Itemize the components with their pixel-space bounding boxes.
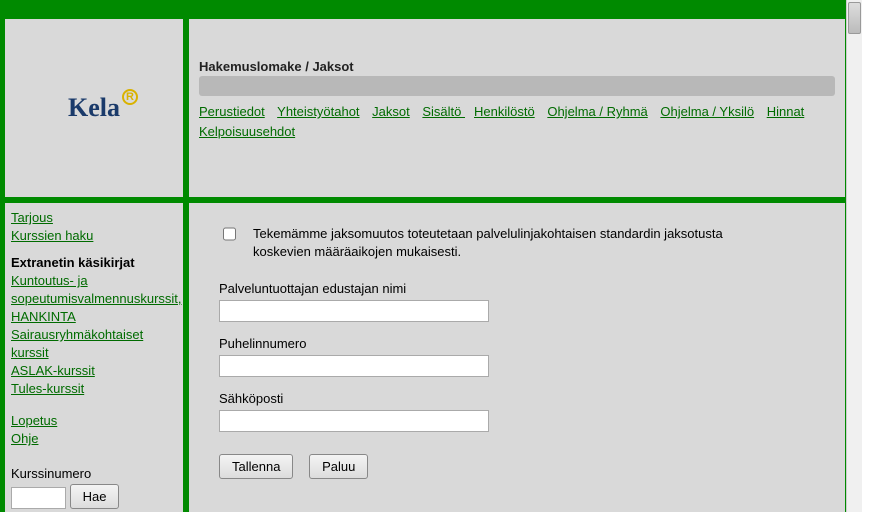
sidebar-link-sairaus[interactable]: Sairausryhmäkohtaiset kurssit: [11, 326, 177, 362]
logo: Kela R: [68, 93, 120, 123]
sidebar-heading-extranet: Extranetin käsikirjat: [11, 255, 177, 270]
sidebar-link-lopetus[interactable]: Lopetus: [11, 412, 177, 430]
tab-ohjelma-yksilo[interactable]: Ohjelma / Yksilö: [660, 104, 754, 119]
search-label: Kurssinumero: [11, 466, 177, 481]
page-title: Hakemuslomake / Jaksot: [199, 59, 835, 74]
field-input-sahkoposti[interactable]: [219, 410, 489, 432]
tab-sisalto[interactable]: Sisältö: [422, 104, 465, 119]
tab-perustiedot[interactable]: Perustiedot: [199, 104, 265, 119]
main-panel: Tekemämme jaksomuutos toteutetaan palvel…: [188, 202, 846, 512]
field-label-sahkoposti: Sähköposti: [219, 391, 815, 406]
tab-yhteistyotahot[interactable]: Yhteistyötahot: [277, 104, 359, 119]
tab-ohjelma-ryhma[interactable]: Ohjelma / Ryhmä: [547, 104, 647, 119]
back-button[interactable]: Paluu: [309, 454, 368, 479]
field-input-edustaja[interactable]: [219, 300, 489, 322]
sidebar-link-kuntoutus[interactable]: Kuntoutus- ja sopeutumisvalmennuskurssit…: [11, 272, 177, 326]
sidebar: Tarjous Kurssien haku Extranetin käsikir…: [4, 202, 184, 512]
sidebar-link-tarjous[interactable]: Tarjous: [11, 209, 177, 227]
logo-badge-icon: R: [122, 89, 138, 105]
tab-jaksot[interactable]: Jaksot: [372, 104, 410, 119]
jaksomuutos-checkbox[interactable]: [223, 227, 236, 241]
field-input-puhelin[interactable]: [219, 355, 489, 377]
logo-text: Kela: [68, 93, 120, 122]
search-button[interactable]: Hae: [70, 484, 120, 509]
scroll-thumb[interactable]: [848, 2, 861, 34]
save-button[interactable]: Tallenna: [219, 454, 293, 479]
sidebar-link-kurssien-haku[interactable]: Kurssien haku: [11, 227, 177, 245]
sidebar-link-tules[interactable]: Tules-kurssit: [11, 380, 177, 398]
tab-kelpoisuusehdot[interactable]: Kelpoisuusehdot: [199, 124, 295, 139]
sidebar-link-ohje[interactable]: Ohje: [11, 430, 177, 448]
sidebar-link-aslak[interactable]: ASLAK-kurssit: [11, 362, 177, 380]
header-panel: Hakemuslomake / Jaksot Perustiedot Yhtei…: [188, 18, 846, 198]
logo-cell: Kela R: [4, 18, 184, 198]
header-tabs: Perustiedot Yhteistyötahot Jaksot Sisält…: [199, 102, 835, 142]
tab-hinnat[interactable]: Hinnat: [767, 104, 805, 119]
tab-henkilosto[interactable]: Henkilöstö: [474, 104, 535, 119]
jaksomuutos-text: Tekemämme jaksomuutos toteutetaan palvel…: [253, 225, 739, 261]
header-grey-strip: [199, 76, 835, 96]
field-label-puhelin: Puhelinnumero: [219, 336, 815, 351]
field-label-edustaja: Palveluntuottajan edustajan nimi: [219, 281, 815, 296]
search-input[interactable]: [11, 487, 66, 509]
page-scrollbar[interactable]: [846, 0, 862, 512]
